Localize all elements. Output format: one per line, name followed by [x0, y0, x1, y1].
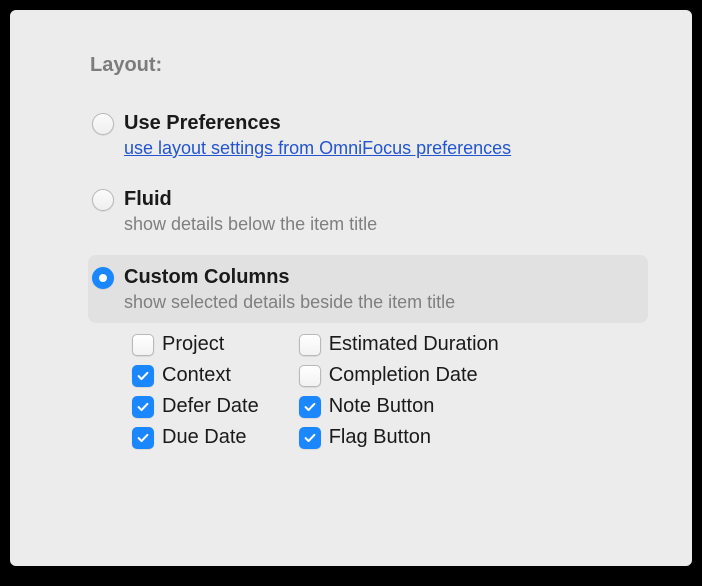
option-custom-columns[interactable]: Custom Columns show selected details bes… — [88, 255, 648, 323]
option-fluid[interactable]: Fluid show details below the item title — [92, 179, 634, 235]
checkbox-label-context: Context — [162, 364, 231, 387]
checkbox-row-flag-button[interactable]: Flag Button — [299, 426, 499, 449]
column-right: Estimated Duration Completion Date Note Bu… — [299, 333, 499, 449]
checkbox-completion-date[interactable] — [299, 365, 321, 387]
option-text: Custom Columns show selected details bes… — [124, 265, 640, 313]
checkbox-context[interactable] — [132, 365, 154, 387]
checkbox-label-note-button: Note Button — [329, 395, 435, 418]
layout-settings-panel: Layout: Use Preferences use layout setti… — [10, 10, 692, 566]
checkbox-row-completion-date[interactable]: Completion Date — [299, 364, 499, 387]
checkbox-row-project[interactable]: Project — [132, 333, 259, 356]
column-left: Project Context Defer Date Due Date — [132, 333, 259, 449]
option-title-custom: Custom Columns — [124, 265, 640, 290]
option-text: Fluid show details below the item title — [124, 187, 634, 235]
checkbox-label-due-date: Due Date — [162, 426, 247, 449]
radio-custom-columns[interactable] — [92, 267, 114, 289]
columns-area: Project Context Defer Date Due Date Estimat… — [132, 333, 634, 449]
checkbox-note-button[interactable] — [299, 396, 321, 418]
checkbox-label-defer-date: Defer Date — [162, 395, 259, 418]
checkbox-label-estimated-duration: Estimated Duration — [329, 333, 499, 356]
checkbox-label-completion-date: Completion Date — [329, 364, 478, 387]
checkbox-row-context[interactable]: Context — [132, 364, 259, 387]
option-title-use-preferences: Use Preferences — [124, 111, 634, 136]
checkbox-row-estimated-duration[interactable]: Estimated Duration — [299, 333, 499, 356]
checkbox-label-project: Project — [162, 333, 224, 356]
option-desc-custom: show selected details beside the item ti… — [124, 292, 640, 313]
checkbox-row-due-date[interactable]: Due Date — [132, 426, 259, 449]
preferences-link[interactable]: use layout settings from OmniFocus prefe… — [124, 138, 511, 159]
checkbox-flag-button[interactable] — [299, 427, 321, 449]
checkbox-label-flag-button: Flag Button — [329, 426, 431, 449]
radio-use-preferences[interactable] — [92, 113, 114, 135]
checkbox-defer-date[interactable] — [132, 396, 154, 418]
option-text: Use Preferences use layout settings from… — [124, 111, 634, 159]
checkbox-row-note-button[interactable]: Note Button — [299, 395, 499, 418]
checkbox-due-date[interactable] — [132, 427, 154, 449]
option-title-fluid: Fluid — [124, 187, 634, 212]
checkbox-estimated-duration[interactable] — [299, 334, 321, 356]
section-label: Layout: — [90, 54, 634, 77]
radio-fluid[interactable] — [92, 189, 114, 211]
option-use-preferences[interactable]: Use Preferences use layout settings from… — [92, 103, 634, 159]
checkbox-project[interactable] — [132, 334, 154, 356]
option-desc-fluid: show details below the item title — [124, 214, 634, 235]
checkbox-row-defer-date[interactable]: Defer Date — [132, 395, 259, 418]
